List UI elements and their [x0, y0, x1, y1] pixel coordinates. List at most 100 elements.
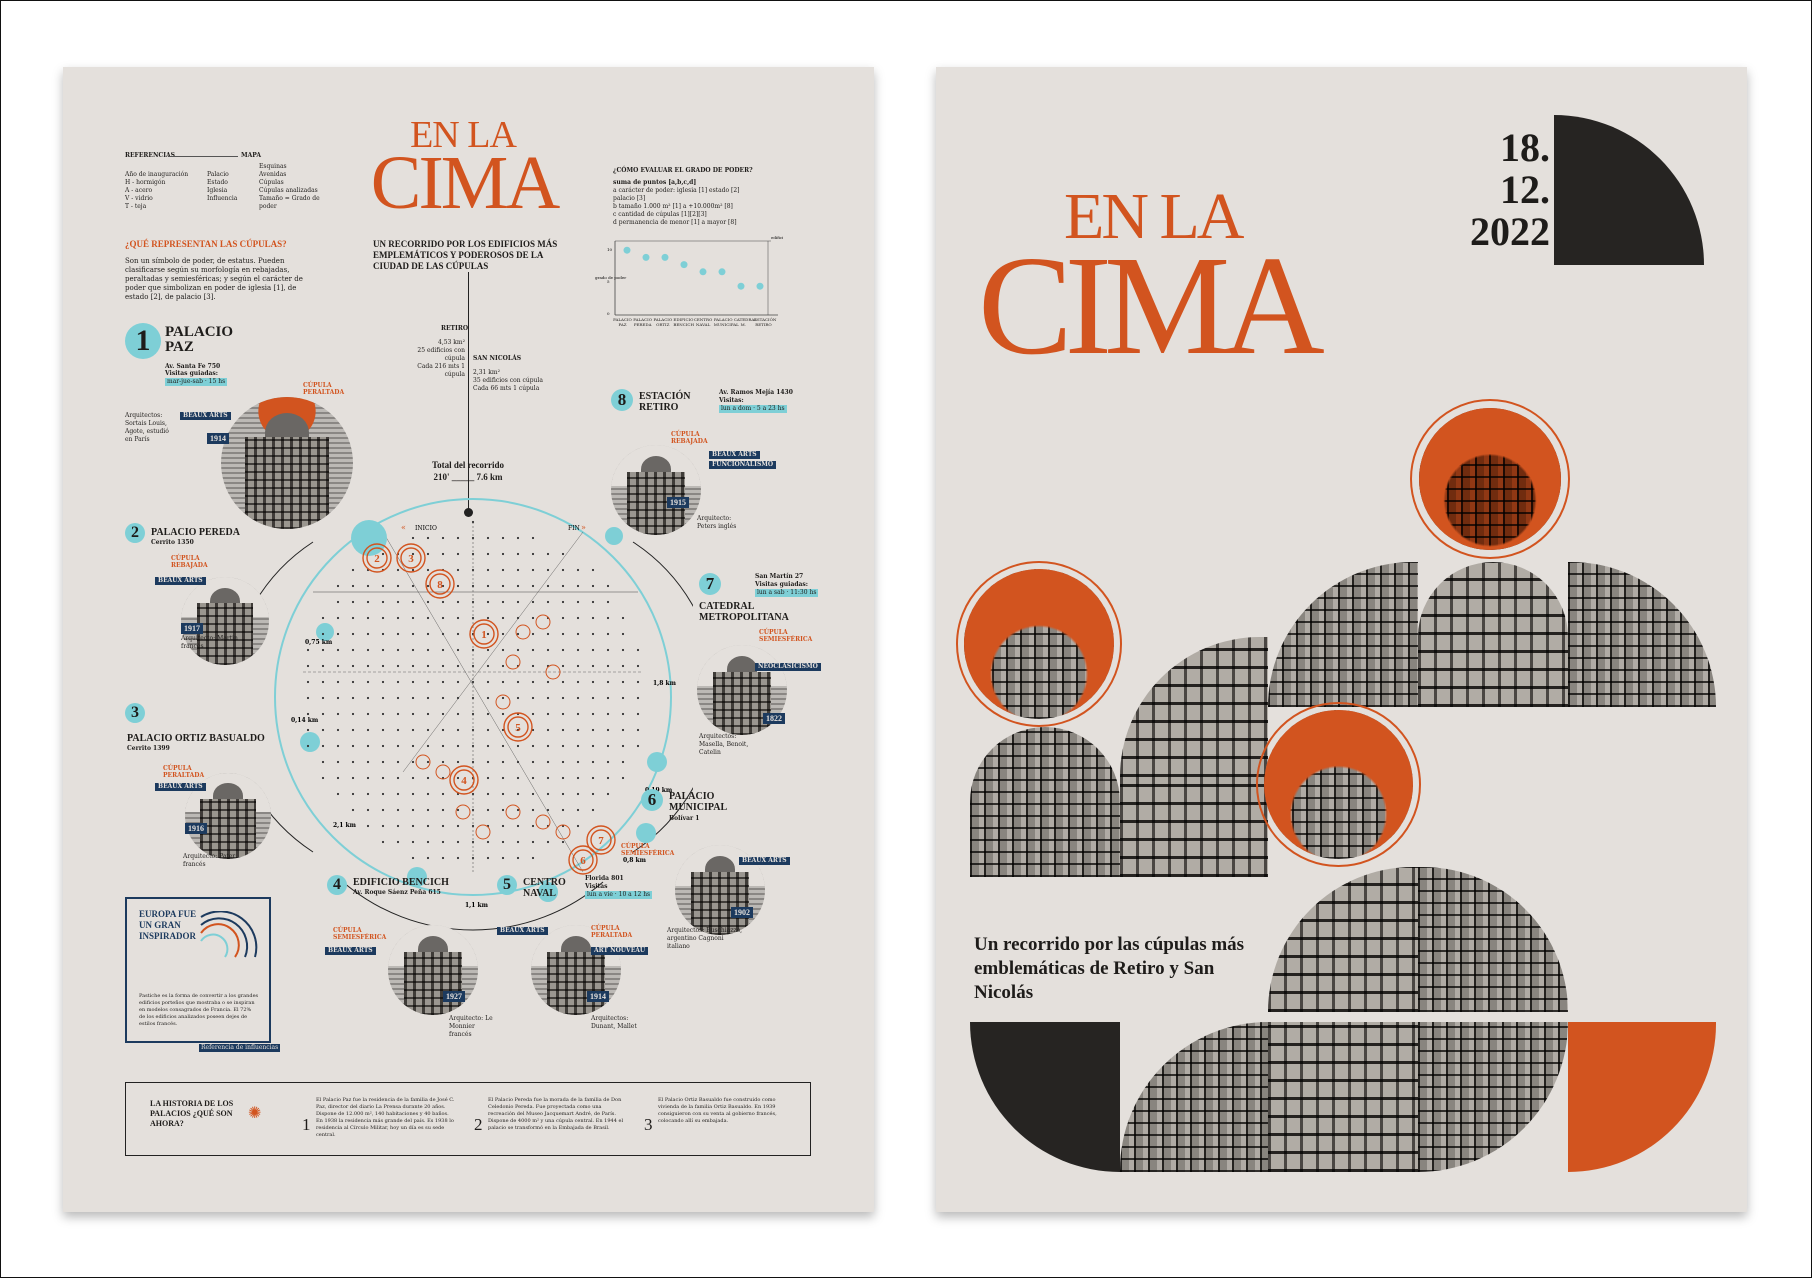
map-dot	[381, 760, 385, 764]
map-dot	[306, 648, 310, 652]
map-dot	[336, 696, 340, 700]
style-tag-2: BEAUX ARTS	[155, 577, 206, 585]
map-dot	[381, 840, 385, 844]
architect-2: Arquitecto: Martin francés	[181, 635, 238, 650]
map-dot	[381, 584, 385, 588]
ref-item: Cúpulas	[259, 179, 284, 186]
year-5: 1914	[587, 991, 609, 1002]
year-6: 1902	[731, 907, 753, 918]
europe-text: Pastiche es la forma de convertir a los …	[139, 993, 259, 1027]
map-dot	[426, 680, 430, 684]
map-dot	[621, 776, 625, 780]
building-address-7: San Martín 27	[755, 573, 804, 580]
building-visits-1: Visitas guiadas:	[165, 370, 219, 377]
map-dot	[501, 696, 505, 700]
map-dot	[411, 840, 415, 844]
building-name-2: PALACIO PEREDA	[151, 527, 240, 538]
dist-label: 2,1 km	[333, 822, 357, 829]
power-ytick: 0	[607, 311, 610, 316]
map-dot	[606, 648, 610, 652]
map-dot	[366, 696, 370, 700]
map-dot	[606, 696, 610, 700]
map-dot	[621, 632, 625, 636]
ref-item: Cúpulas analizadas	[259, 187, 318, 194]
map-dot	[441, 824, 445, 828]
dome-marker	[505, 804, 521, 820]
map-dot	[606, 712, 610, 716]
photo-tile	[1268, 1022, 1418, 1172]
map-dot	[411, 632, 415, 636]
map-dot	[411, 648, 415, 652]
map-dot	[426, 616, 430, 620]
map-dot	[561, 728, 565, 732]
map-dot	[636, 664, 640, 668]
map-dot	[501, 840, 505, 844]
map-dot	[411, 760, 415, 764]
architect-6: Arquitectos: Buschiazzo, argentino Cagno…	[667, 927, 743, 950]
sannicolas-label: SAN NICOLÁS	[473, 355, 522, 362]
ref-item: Influencia	[207, 195, 238, 202]
map-dot	[561, 568, 565, 572]
map-dot	[366, 664, 370, 668]
map-dot	[441, 552, 445, 556]
orange-quarter-circle	[1568, 1022, 1716, 1172]
references-map: Esquinas Avenidas Cúpulas Cúpulas analiz…	[259, 163, 339, 211]
building-hours-5: lun a vie · 10 a 12 hs	[585, 891, 653, 899]
building-address-6: Bolívar 1	[669, 815, 700, 822]
map-dot	[486, 776, 490, 780]
map-dot	[336, 776, 340, 780]
map-dot	[456, 664, 460, 668]
route-map: 82 315476 INICIO FIN « » 0,75 km 0,14 km …	[253, 498, 693, 931]
map-dot	[411, 824, 415, 828]
map-dot	[516, 824, 520, 828]
photo-tile	[1120, 777, 1268, 877]
map-dot	[546, 680, 550, 684]
map-dot	[381, 808, 385, 812]
map-dot	[606, 616, 610, 620]
map-dot	[591, 728, 595, 732]
ref-item: V - vidrio	[125, 195, 153, 202]
map-dot	[351, 712, 355, 716]
dist-label: 0,8 km	[623, 857, 647, 864]
building-name-3: PALACIO ORTIZ BASUALDO	[127, 733, 265, 744]
map-dot	[501, 776, 505, 780]
ref-item: Palacio	[207, 171, 229, 178]
photo-tile	[1120, 1022, 1268, 1172]
building-number-6: 6	[641, 789, 663, 811]
power-point	[680, 261, 688, 269]
map-dot	[531, 824, 535, 828]
map-dot	[531, 776, 535, 780]
map-dot	[621, 728, 625, 732]
map-dot	[501, 600, 505, 604]
year-3: 1916	[185, 823, 207, 834]
ref-item: H - hormigón	[125, 179, 166, 186]
cover-date: 18. 12. 2022	[1426, 127, 1550, 253]
map-dot	[516, 792, 520, 796]
building-hours-1: mar-jue-sab · 15 hs	[165, 378, 228, 386]
map-dot	[396, 664, 400, 668]
map-dot	[321, 728, 325, 732]
dome-marker	[455, 804, 471, 820]
map-dot	[531, 840, 535, 844]
history-text-3: El Palacio Ortiz Basualdo fue construido…	[658, 1097, 777, 1124]
map-dot	[486, 664, 490, 668]
map-dot	[591, 632, 595, 636]
map-dot	[561, 744, 565, 748]
architect-7: Arquitectos: Masella, Benoit, Catelin	[699, 733, 749, 756]
map-dot	[381, 552, 385, 556]
map-dot	[576, 728, 580, 732]
date-day: 18.	[1500, 125, 1550, 170]
map-dot	[516, 776, 520, 780]
map-dot	[351, 792, 355, 796]
building-photo-1	[221, 397, 353, 529]
map-dot	[486, 856, 490, 860]
map-dot	[321, 712, 325, 716]
map-dot	[351, 632, 355, 636]
map-dot	[441, 744, 445, 748]
map-dot	[366, 584, 370, 588]
stop-number: 4	[461, 775, 467, 787]
building-number-3: 3	[125, 703, 145, 723]
map-dot	[456, 552, 460, 556]
map-dot	[501, 808, 505, 812]
date-month: 12.	[1500, 167, 1550, 212]
